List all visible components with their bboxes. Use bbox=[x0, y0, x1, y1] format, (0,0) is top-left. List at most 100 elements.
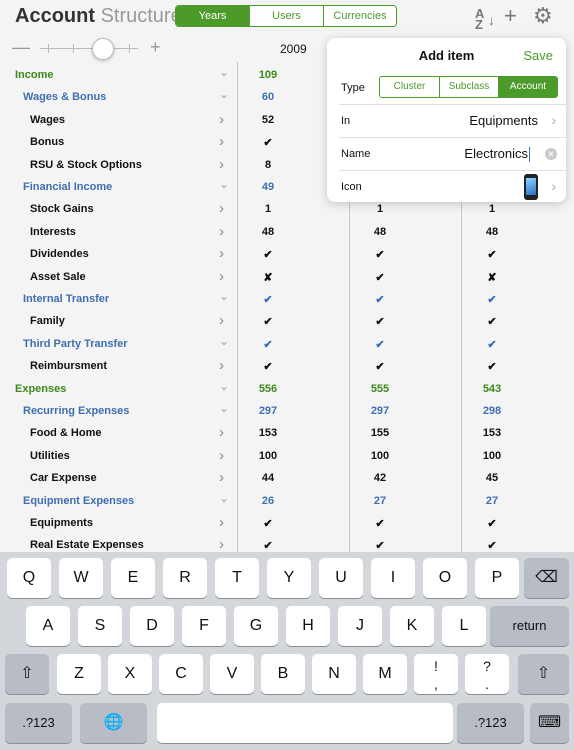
icon-row[interactable]: Icon › bbox=[339, 170, 566, 202]
zoom-slider-track[interactable] bbox=[40, 48, 138, 49]
numbers-key[interactable]: .?123 bbox=[457, 703, 524, 743]
key-s[interactable]: S bbox=[78, 606, 122, 646]
key-i[interactable]: I bbox=[371, 558, 415, 598]
table-row[interactable]: Car Expense › 44 42 45 bbox=[0, 467, 574, 489]
key-exclaim-comma[interactable]: !, bbox=[414, 654, 458, 694]
space-key[interactable] bbox=[157, 703, 453, 743]
table-row[interactable]: Dividendes › ✔ ✔ ✔ bbox=[0, 243, 574, 265]
text-cursor bbox=[529, 147, 530, 163]
shift-key[interactable]: ⇧ bbox=[518, 654, 569, 694]
tab-currencies[interactable]: Currencies bbox=[323, 6, 396, 26]
table-row[interactable]: Real Estate Expenses › ✔ ✔ ✔ bbox=[0, 534, 574, 552]
key-d[interactable]: D bbox=[130, 606, 174, 646]
chevron-right-icon[interactable]: › bbox=[219, 111, 224, 128]
table-row[interactable]: Food & Home › 153 155 153 bbox=[0, 422, 574, 444]
chevron-right-icon[interactable]: › bbox=[219, 268, 224, 285]
chevron-down-icon[interactable]: ⌄ bbox=[219, 491, 229, 505]
key-g[interactable]: G bbox=[234, 606, 278, 646]
key-u[interactable]: U bbox=[319, 558, 363, 598]
chevron-right-icon[interactable]: › bbox=[219, 156, 224, 173]
chevron-down-icon[interactable]: ⌄ bbox=[219, 401, 229, 415]
cell-value: 42 bbox=[373, 472, 387, 485]
key-v[interactable]: V bbox=[210, 654, 254, 694]
key-l[interactable]: L bbox=[442, 606, 486, 646]
key-e[interactable]: E bbox=[111, 558, 155, 598]
chevron-right-icon[interactable]: › bbox=[219, 357, 224, 374]
sort-az-icon[interactable]: AZ bbox=[475, 7, 484, 31]
key-b[interactable]: B bbox=[261, 654, 305, 694]
key-question-period[interactable]: ?. bbox=[465, 654, 509, 694]
table-row[interactable]: Equipments › ✔ ✔ ✔ bbox=[0, 512, 574, 534]
chevron-right-icon[interactable]: › bbox=[219, 536, 224, 552]
table-row[interactable]: Expenses ⌄ 556 555 543 bbox=[0, 378, 574, 400]
cell-value: 109 bbox=[258, 69, 278, 81]
check-icon: ✔ bbox=[263, 294, 273, 306]
chevron-down-icon[interactable]: ⌄ bbox=[219, 379, 229, 393]
chevron-right-icon[interactable]: › bbox=[219, 245, 224, 262]
chevron-right-icon[interactable]: › bbox=[219, 223, 224, 240]
zoom-in-icon[interactable]: + bbox=[150, 38, 161, 56]
chevron-right-icon[interactable]: › bbox=[219, 312, 224, 329]
table-row[interactable]: Reimbursment › ✔ ✔ ✔ bbox=[0, 355, 574, 377]
key-y[interactable]: Y bbox=[267, 558, 311, 598]
table-row[interactable]: Asset Sale › ✘ ✔ ✘ bbox=[0, 266, 574, 288]
chevron-right-icon[interactable]: › bbox=[219, 447, 224, 464]
key-c[interactable]: C bbox=[159, 654, 203, 694]
zoom-slider-knob[interactable] bbox=[92, 38, 114, 60]
chevron-down-icon[interactable]: ⌄ bbox=[219, 65, 229, 79]
check-icon: ✔ bbox=[263, 137, 273, 150]
chevron-right-icon[interactable]: › bbox=[219, 424, 224, 441]
table-row[interactable]: Equipment Expenses ⌄ 26 27 27 bbox=[0, 490, 574, 512]
in-row[interactable]: In Equipments › bbox=[339, 104, 566, 136]
table-row[interactable]: Third Party Transfer ⌄ ✔ ✔ ✔ bbox=[0, 333, 574, 355]
globe-icon[interactable]: 🌐 bbox=[80, 703, 147, 743]
key-p[interactable]: P bbox=[475, 558, 519, 598]
gear-icon[interactable]: ⚙ bbox=[533, 5, 553, 27]
key-n[interactable]: N bbox=[312, 654, 356, 694]
check-icon: ✔ bbox=[263, 540, 273, 552]
key-f[interactable]: F bbox=[182, 606, 226, 646]
key-a[interactable]: A bbox=[26, 606, 70, 646]
chevron-down-icon[interactable]: ⌄ bbox=[219, 87, 229, 101]
clear-text-icon[interactable]: ✕ bbox=[545, 148, 557, 160]
tab-years[interactable]: Years bbox=[176, 6, 249, 26]
chevron-right-icon[interactable]: › bbox=[219, 133, 224, 150]
key-w[interactable]: W bbox=[59, 558, 103, 598]
key-o[interactable]: O bbox=[423, 558, 467, 598]
save-button[interactable]: Save bbox=[523, 48, 553, 63]
key-z[interactable]: Z bbox=[57, 654, 101, 694]
chevron-down-icon[interactable]: ⌄ bbox=[219, 289, 229, 303]
chevron-down-icon[interactable]: ⌄ bbox=[219, 334, 229, 348]
key-r[interactable]: R bbox=[163, 558, 207, 598]
shift-key[interactable]: ⇧ bbox=[5, 654, 49, 694]
table-row[interactable]: Recurring Expenses ⌄ 297 297 298 bbox=[0, 400, 574, 422]
type-option-cluster[interactable]: Cluster bbox=[380, 77, 439, 97]
backspace-key[interactable]: ⌫ bbox=[524, 558, 569, 598]
table-row[interactable]: Interests › 48 48 48 bbox=[0, 221, 574, 243]
key-k[interactable]: K bbox=[390, 606, 434, 646]
key-h[interactable]: H bbox=[286, 606, 330, 646]
plus-icon[interactable]: + bbox=[504, 5, 517, 27]
zoom-out-icon[interactable]: — bbox=[12, 38, 30, 56]
cell-value: 8 bbox=[264, 158, 272, 171]
tab-users[interactable]: Users bbox=[249, 6, 323, 26]
numbers-key[interactable]: .?123 bbox=[5, 703, 72, 743]
chevron-right-icon[interactable]: › bbox=[219, 200, 224, 217]
chevron-right-icon[interactable]: › bbox=[219, 514, 224, 531]
return-key[interactable]: return bbox=[490, 606, 569, 646]
chevron-right-icon[interactable]: › bbox=[219, 469, 224, 486]
name-field[interactable]: Electronics bbox=[464, 146, 530, 163]
key-t[interactable]: T bbox=[215, 558, 259, 598]
key-j[interactable]: J bbox=[338, 606, 382, 646]
type-option-account[interactable]: Account bbox=[498, 77, 557, 97]
key-x[interactable]: X bbox=[108, 654, 152, 694]
table-row[interactable]: Family › ✔ ✔ ✔ bbox=[0, 310, 574, 332]
chevron-down-icon[interactable]: ⌄ bbox=[219, 177, 229, 191]
table-row[interactable]: Utilities › 100 100 100 bbox=[0, 445, 574, 467]
table-row[interactable]: Internal Transfer ⌄ ✔ ✔ ✔ bbox=[0, 288, 574, 310]
key-m[interactable]: M bbox=[363, 654, 407, 694]
key-q[interactable]: Q bbox=[7, 558, 51, 598]
keyboard-dismiss-icon[interactable]: ⌨ bbox=[530, 703, 569, 743]
type-option-subclass[interactable]: Subclass bbox=[439, 77, 498, 97]
row-label: Internal Transfer bbox=[23, 293, 110, 305]
